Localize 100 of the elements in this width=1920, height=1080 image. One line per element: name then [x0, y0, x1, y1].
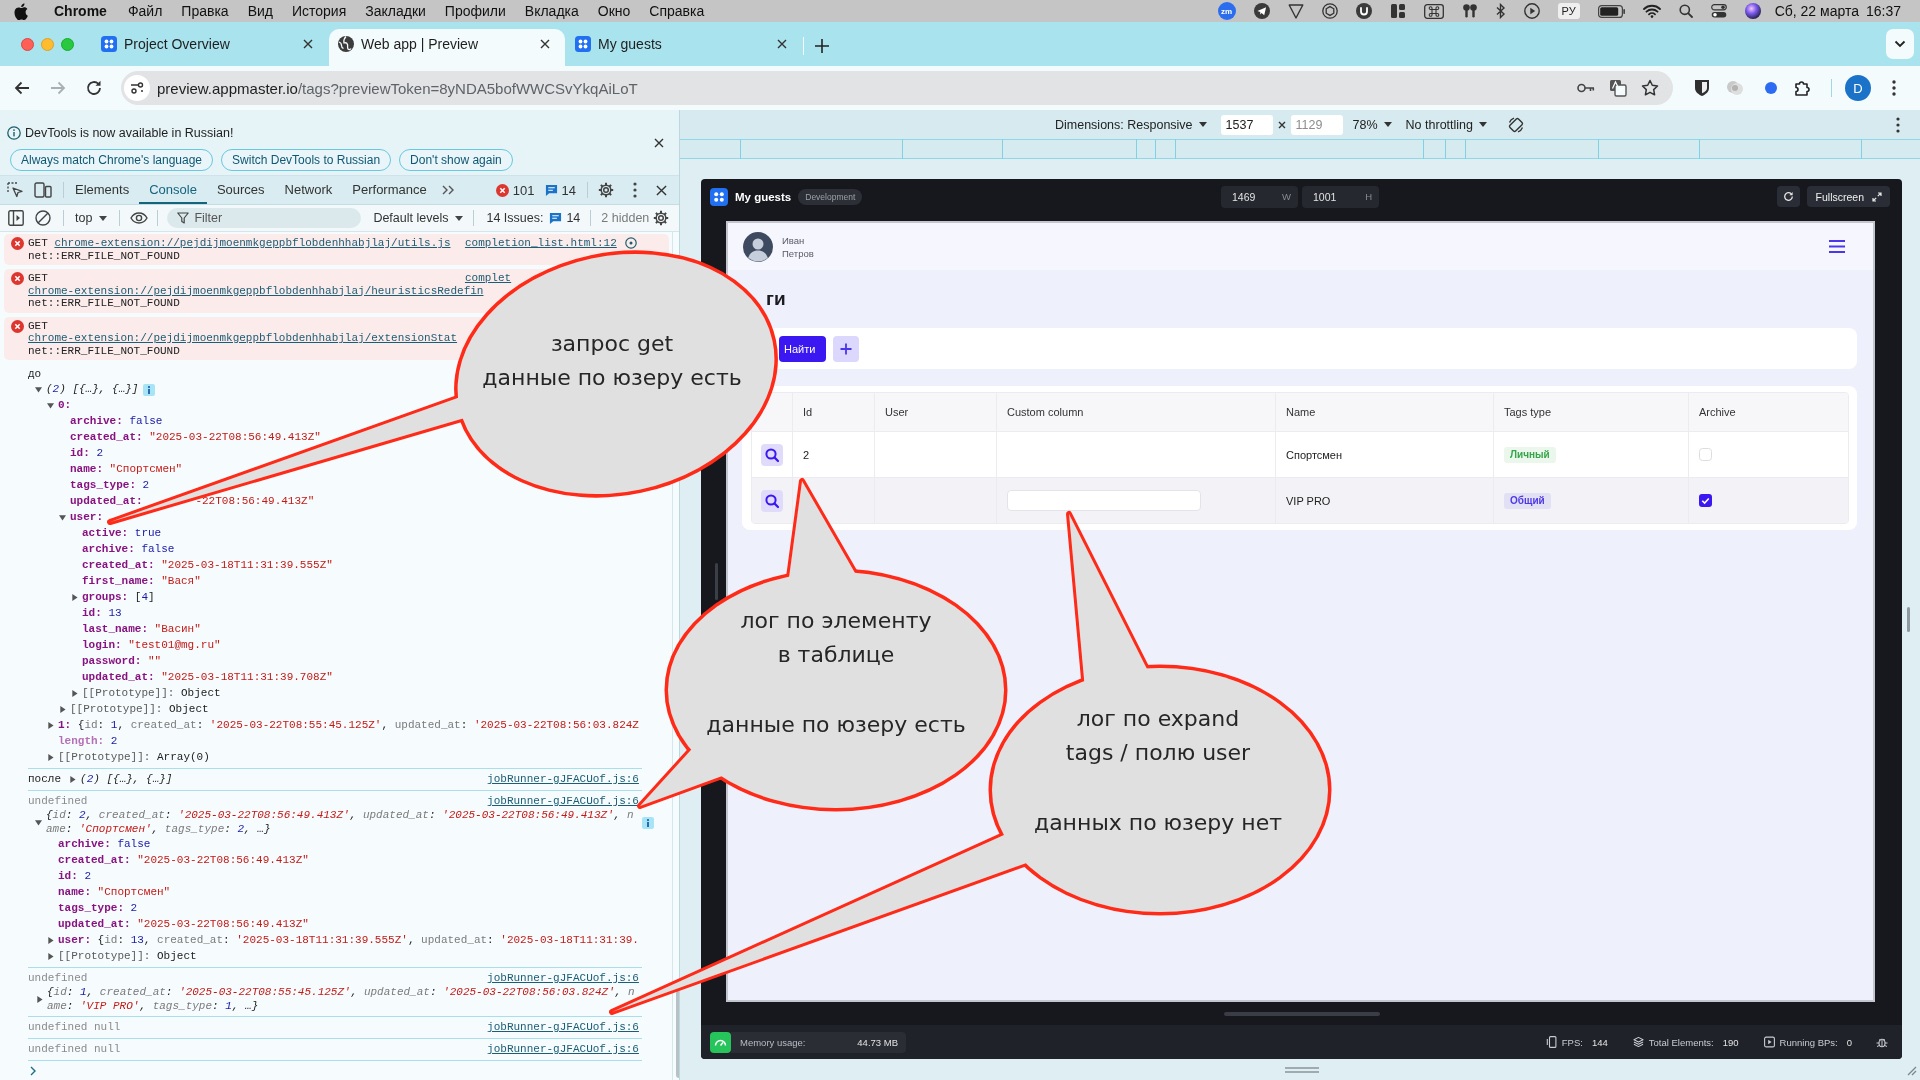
caret-icon[interactable] — [47, 936, 54, 944]
menu-icon[interactable] — [1829, 240, 1845, 253]
caret-icon[interactable] — [47, 753, 54, 761]
menu-item[interactable]: Вид — [247, 3, 273, 19]
settings-icon[interactable] — [653, 210, 669, 226]
source-link[interactable]: jobRunner-gJFACUof.js:6 — [487, 794, 639, 809]
resize-handle[interactable] — [1284, 1066, 1319, 1073]
caret-icon[interactable] — [69, 776, 76, 783]
command-key-icon[interactable] — [1423, 3, 1444, 19]
devtools-tab[interactable]: Elements — [65, 176, 140, 204]
url-link[interactable]: chrome-extension://pejdijmoenmkgeppbflobdenhhabjlaj/extensionStat — [28, 332, 458, 345]
more-icon[interactable] — [1892, 80, 1896, 96]
zoom-dropdown[interactable]: 78% — [1352, 117, 1392, 132]
toggles-icon[interactable] — [1710, 3, 1727, 19]
caret-icon[interactable] — [59, 513, 66, 521]
avatar-icon[interactable] — [743, 231, 773, 262]
levels-dropdown[interactable]: Default levels — [373, 211, 464, 225]
more-tabs-icon[interactable] — [441, 185, 454, 195]
devtools-tab[interactable]: Sources — [206, 176, 275, 204]
settings-icon[interactable] — [598, 182, 614, 198]
reload-icon[interactable] — [85, 79, 103, 97]
bluetooth-icon[interactable] — [1495, 3, 1506, 19]
site-settings-icon[interactable] — [124, 75, 150, 101]
caret-icon[interactable] — [35, 386, 42, 393]
plus-icon[interactable] — [833, 335, 860, 362]
column-header[interactable]: Id — [803, 406, 813, 418]
eye-icon[interactable] — [130, 212, 149, 224]
more-icon[interactable] — [633, 182, 637, 198]
column-header[interactable]: Name — [1286, 406, 1316, 418]
prompt-chevron-icon[interactable] — [30, 1066, 36, 1076]
close-icon[interactable] — [540, 38, 550, 49]
resize-handle[interactable] — [715, 563, 718, 600]
banner-button[interactable]: Always match Chrome's language — [10, 149, 214, 171]
search-icon[interactable] — [761, 489, 783, 512]
devtools-tab[interactable]: Network — [274, 176, 343, 204]
rotate-icon[interactable] — [1507, 115, 1525, 134]
plus-icon[interactable] — [815, 38, 829, 53]
app-status-badge[interactable]: zm — [1217, 2, 1236, 20]
errors-button[interactable]: 101 — [495, 182, 535, 198]
battery-icon[interactable] — [1597, 4, 1625, 18]
menu-item[interactable]: Файл — [127, 3, 163, 19]
close-icon[interactable] — [656, 184, 667, 196]
inspect-icon[interactable] — [7, 182, 23, 198]
gauge-icon[interactable] — [710, 1031, 731, 1053]
context-dropdown[interactable]: top — [75, 211, 108, 225]
menu-item[interactable]: История — [291, 3, 347, 19]
shield-icon[interactable] — [1694, 79, 1710, 97]
menu-item[interactable]: Закладки — [365, 3, 426, 19]
column-header[interactable]: Custom column — [1007, 406, 1084, 418]
menu-time[interactable]: 16:37 — [1865, 3, 1901, 19]
table-row[interactable]: 2 Спортсмен Личный — [752, 432, 1848, 478]
checkbox[interactable] — [1699, 494, 1712, 507]
menu-item[interactable]: Правка — [181, 3, 229, 19]
devtools-tab[interactable]: Performance — [342, 176, 437, 204]
column-header[interactable]: User — [885, 406, 909, 418]
resize-handle[interactable] — [1907, 606, 1910, 632]
object-summary[interactable]: (2) [{…}, {…}] — [80, 772, 173, 787]
caret-icon[interactable] — [47, 401, 54, 409]
source-link[interactable]: jobRunner-gJFACUof.js:6 — [487, 772, 639, 787]
object-summary[interactable]: (2) [{…}, {…}] — [46, 382, 139, 397]
triangle-icon[interactable] — [1287, 3, 1304, 19]
close-icon[interactable] — [303, 38, 313, 49]
caret-icon[interactable] — [47, 721, 54, 729]
url-link[interactable]: chrome-extension://pejdijmoenmkgeppbflobdenhhabjlaj/utils.js — [54, 237, 451, 250]
menu-item[interactable]: Справка — [649, 3, 705, 19]
source-link[interactable]: jobRunner-gJFACUof.js:6 — [487, 1042, 639, 1057]
issues-button[interactable]: 14 Issues: 14 — [486, 211, 581, 225]
height-field[interactable]: 1001 H — [1302, 185, 1379, 208]
input-field[interactable] — [1007, 490, 1201, 511]
caret-icon[interactable] — [35, 819, 42, 826]
back-arrow-icon[interactable] — [13, 79, 31, 97]
key-icon[interactable] — [1577, 83, 1595, 93]
source-link[interactable]: complet — [464, 272, 512, 285]
caret-icon[interactable] — [71, 593, 78, 601]
table-row[interactable]: VIP PRO Общий — [752, 478, 1848, 523]
url-link[interactable]: chrome-extension://pejdijmoenmkgeppbflobdenhhabjlaj/heuristicsRedefin — [28, 284, 484, 297]
address-field[interactable]: preview.appmaster.io/tags?previewToken=8yNDA5bofWWCSvYkqAiLoT — [121, 71, 1673, 105]
menu-date[interactable]: Сб, 22 марта — [1774, 3, 1859, 19]
checkbox[interactable] — [1699, 448, 1712, 461]
menu-title[interactable]: Chrome — [54, 3, 107, 19]
menu-item[interactable]: Профили — [444, 3, 506, 19]
fullscreen-button[interactable]: Fullscreen — [1806, 186, 1890, 207]
object-summary[interactable]: {id: 2, created_at: '2025-03-22T08:56:49.413Z', updated_at: '2025-03-22T08:56:49.413Z', name: 'Спортсмен', tags_type: 2, …} — [46, 809, 637, 836]
column-header[interactable]: Tags type — [1504, 406, 1552, 418]
dot-icon[interactable] — [1765, 82, 1777, 94]
paper-plane-icon[interactable] — [1253, 3, 1270, 19]
more-icon[interactable] — [1896, 116, 1900, 133]
close-icon[interactable] — [777, 38, 787, 49]
translate-icon[interactable] — [1609, 79, 1627, 97]
chevron-down-icon[interactable] — [1886, 29, 1914, 59]
source-link[interactable]: jobRunner-gJFACUof.js:6 — [487, 1020, 639, 1035]
column-header[interactable]: Archive — [1699, 406, 1736, 418]
wifi-icon[interactable] — [1642, 4, 1661, 18]
puzzle-icon[interactable] — [1793, 79, 1811, 97]
caret-icon[interactable] — [47, 952, 54, 960]
sidebar-icon[interactable] — [8, 210, 24, 226]
search-icon[interactable] — [1678, 4, 1693, 18]
height-field[interactable]: 1129 — [1290, 114, 1343, 135]
layout-icon[interactable] — [1389, 3, 1406, 19]
orb-icon[interactable] — [1744, 3, 1761, 19]
